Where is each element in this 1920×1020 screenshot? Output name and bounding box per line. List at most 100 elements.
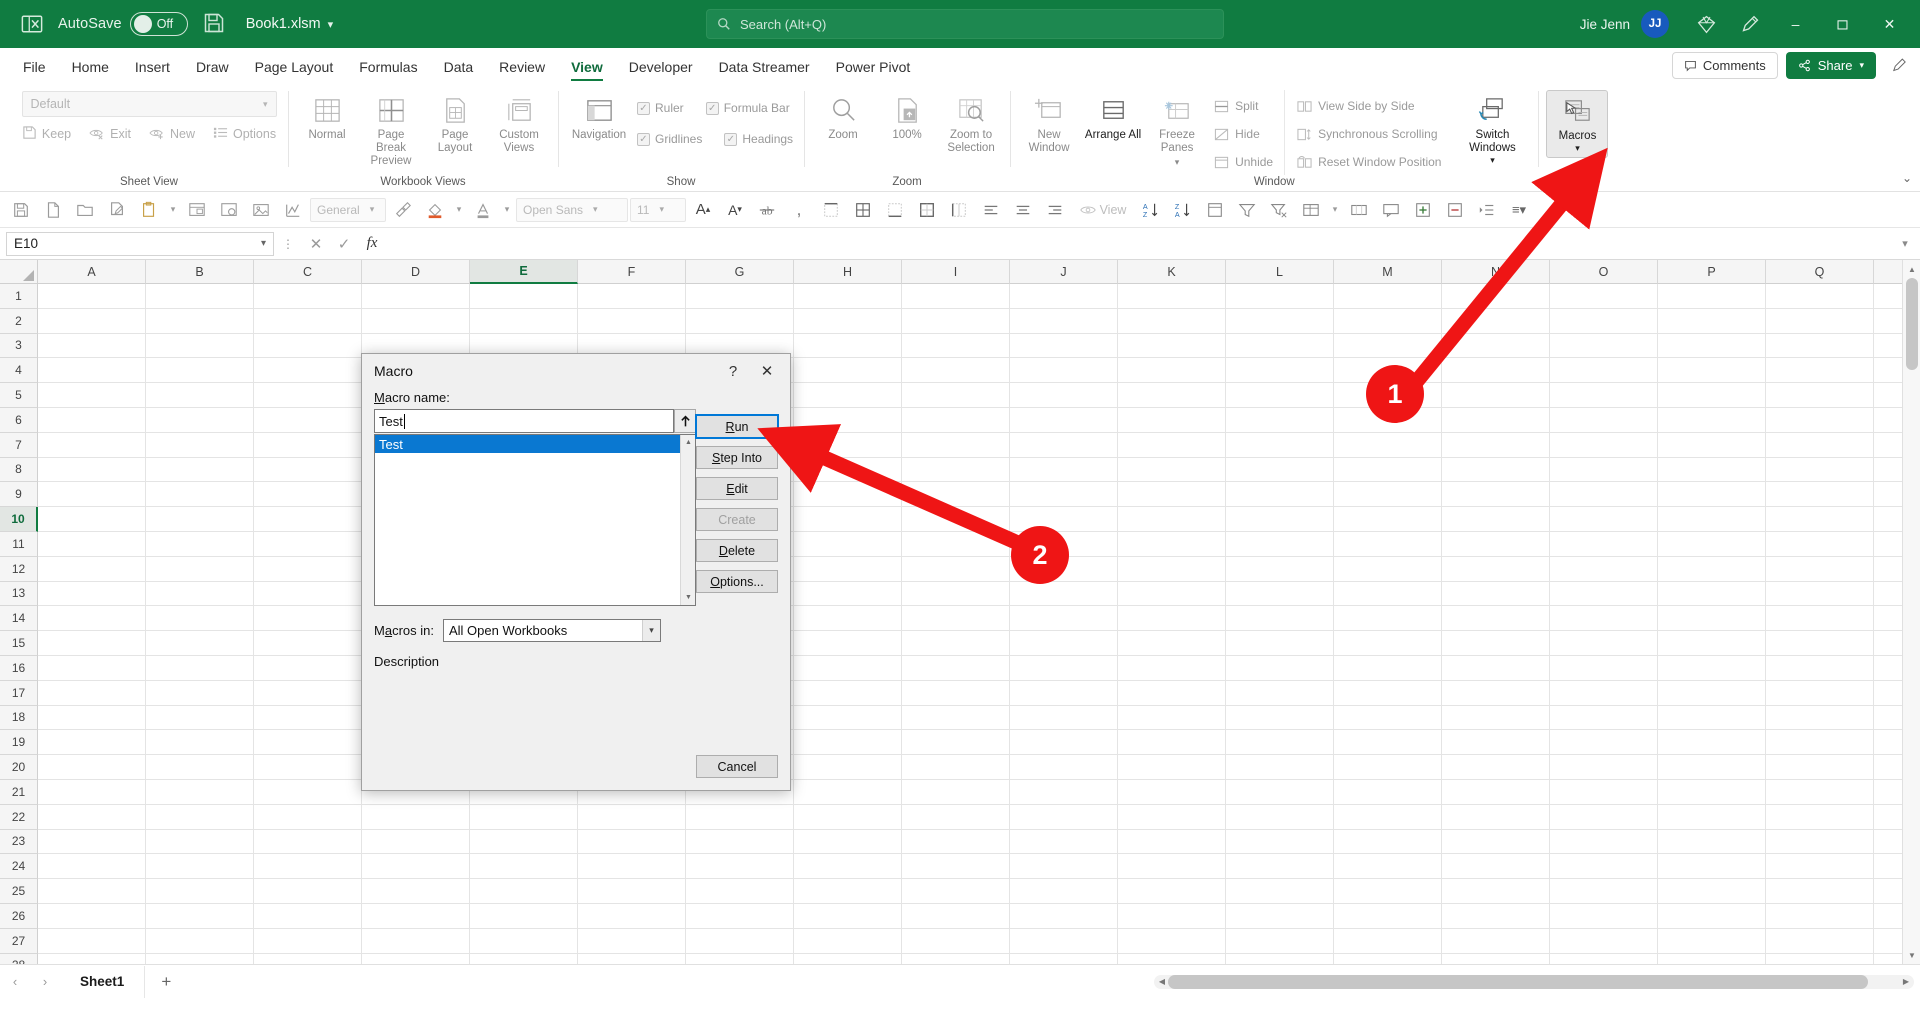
formula-input[interactable] bbox=[386, 232, 1892, 256]
cell-B11[interactable] bbox=[146, 531, 254, 557]
cell-F27[interactable] bbox=[578, 928, 686, 954]
maximize-button[interactable] bbox=[1820, 2, 1865, 46]
cell-P1[interactable] bbox=[1658, 284, 1766, 309]
cell-Q18[interactable] bbox=[1766, 705, 1874, 731]
cell-C10[interactable] bbox=[254, 507, 362, 532]
sheet-tab-sheet1[interactable]: Sheet1 bbox=[60, 965, 146, 998]
sheet-view-combo[interactable]: Default ▾ bbox=[21, 91, 277, 117]
show-ruler-checkbox[interactable]: ✓ Ruler bbox=[634, 95, 687, 121]
cell-Q25[interactable] bbox=[1766, 879, 1874, 904]
cell-L25[interactable] bbox=[1226, 879, 1334, 904]
options-button[interactable]: Options... bbox=[696, 570, 778, 593]
cell-J21[interactable] bbox=[1010, 779, 1118, 805]
cell-N14[interactable] bbox=[1442, 606, 1550, 632]
cell-P7[interactable] bbox=[1658, 432, 1766, 458]
cell-L16[interactable] bbox=[1226, 655, 1334, 681]
cell-B23[interactable] bbox=[146, 829, 254, 855]
cell-P6[interactable] bbox=[1658, 407, 1766, 433]
cell-N28[interactable] bbox=[1442, 953, 1550, 964]
cell-K21[interactable] bbox=[1118, 779, 1226, 805]
switch-windows-button[interactable]: Switch Windows ▾ bbox=[1454, 90, 1530, 169]
cell-H15[interactable] bbox=[794, 631, 902, 656]
cell-P2[interactable] bbox=[1658, 308, 1766, 334]
cell-E22[interactable] bbox=[470, 804, 578, 830]
dialog-help-button[interactable]: ? bbox=[718, 354, 748, 388]
cell-L18[interactable] bbox=[1226, 705, 1334, 731]
cell-L12[interactable] bbox=[1226, 556, 1334, 582]
grid-row[interactable] bbox=[38, 631, 1920, 656]
search-box[interactable]: Search (Alt+Q) bbox=[706, 9, 1224, 39]
cell-K3[interactable] bbox=[1118, 333, 1226, 359]
cell-C25[interactable] bbox=[254, 879, 362, 904]
cell-I28[interactable] bbox=[902, 953, 1010, 964]
unhide-button[interactable]: Unhide bbox=[1210, 149, 1276, 175]
cell-A14[interactable] bbox=[38, 606, 146, 632]
qt-open-icon[interactable] bbox=[70, 196, 100, 224]
decrease-font-size-button[interactable]: A ▾ bbox=[720, 196, 750, 224]
cell-F22[interactable] bbox=[578, 804, 686, 830]
cell-Q5[interactable] bbox=[1766, 383, 1874, 408]
cell-H24[interactable] bbox=[794, 854, 902, 880]
cell-A26[interactable] bbox=[38, 903, 146, 929]
cell-E2[interactable] bbox=[470, 308, 578, 334]
cell-B9[interactable] bbox=[146, 482, 254, 508]
cell-E26[interactable] bbox=[470, 903, 578, 929]
cell-K6[interactable] bbox=[1118, 407, 1226, 433]
cell-H22[interactable] bbox=[794, 804, 902, 830]
navigation-button[interactable]: Navigation bbox=[566, 90, 632, 145]
cell-D27[interactable] bbox=[362, 928, 470, 954]
cell-L2[interactable] bbox=[1226, 308, 1334, 334]
row-header-3[interactable]: 3 bbox=[0, 333, 38, 359]
filter-icon[interactable] bbox=[1232, 196, 1262, 224]
cell-E24[interactable] bbox=[470, 854, 578, 880]
cell-Q6[interactable] bbox=[1766, 407, 1874, 433]
cell-Q23[interactable] bbox=[1766, 829, 1874, 855]
merge-cells-icon[interactable] bbox=[1344, 196, 1374, 224]
cell-N22[interactable] bbox=[1442, 804, 1550, 830]
reset-window-position-button[interactable]: Reset Window Position bbox=[1293, 149, 1444, 175]
cell-P24[interactable] bbox=[1658, 854, 1766, 880]
cell-I14[interactable] bbox=[902, 606, 1010, 632]
grid-row[interactable] bbox=[38, 854, 1920, 880]
cell-E28[interactable] bbox=[470, 953, 578, 964]
cell-B20[interactable] bbox=[146, 755, 254, 780]
cell-L4[interactable] bbox=[1226, 358, 1334, 384]
column-header-G[interactable]: G bbox=[686, 260, 794, 284]
cell-J2[interactable] bbox=[1010, 308, 1118, 334]
sheet-view-new[interactable]: New bbox=[142, 123, 202, 145]
row-header-25[interactable]: 25 bbox=[0, 879, 38, 904]
cell-I8[interactable] bbox=[902, 457, 1010, 483]
cell-P8[interactable] bbox=[1658, 457, 1766, 483]
cell-J18[interactable] bbox=[1010, 705, 1118, 731]
cell-A15[interactable] bbox=[38, 631, 146, 656]
grid-row[interactable] bbox=[38, 457, 1920, 483]
cell-B8[interactable] bbox=[146, 457, 254, 483]
increase-font-size-button[interactable]: A ▴ bbox=[688, 196, 718, 224]
cell-J20[interactable] bbox=[1010, 755, 1118, 780]
cell-P23[interactable] bbox=[1658, 829, 1766, 855]
cell-G2[interactable] bbox=[686, 308, 794, 334]
cell-A24[interactable] bbox=[38, 854, 146, 880]
cell-N19[interactable] bbox=[1442, 730, 1550, 756]
cell-I15[interactable] bbox=[902, 631, 1010, 656]
horizontal-scroll-thumb[interactable] bbox=[1168, 974, 1868, 989]
cell-A19[interactable] bbox=[38, 730, 146, 756]
cell-M12[interactable] bbox=[1334, 556, 1442, 582]
grid-row[interactable] bbox=[38, 829, 1920, 855]
cell-B25[interactable] bbox=[146, 879, 254, 904]
row-header-20[interactable]: 20 bbox=[0, 755, 38, 780]
macros-in-combo[interactable]: All Open Workbooks ▾ bbox=[442, 619, 661, 642]
grid-row[interactable] bbox=[38, 606, 1920, 632]
cell-I23[interactable] bbox=[902, 829, 1010, 855]
column-header-N[interactable]: N bbox=[1442, 260, 1550, 284]
cell-N2[interactable] bbox=[1442, 308, 1550, 334]
cell-E27[interactable] bbox=[470, 928, 578, 954]
cell-Q12[interactable] bbox=[1766, 556, 1874, 582]
cell-O9[interactable] bbox=[1550, 482, 1658, 508]
cell-O28[interactable] bbox=[1550, 953, 1658, 964]
cell-A27[interactable] bbox=[38, 928, 146, 954]
cell-H13[interactable] bbox=[794, 581, 902, 607]
cell-P27[interactable] bbox=[1658, 928, 1766, 954]
chevron-down-icon[interactable]: ▾ bbox=[1490, 155, 1495, 165]
cell-Q13[interactable] bbox=[1766, 581, 1874, 607]
